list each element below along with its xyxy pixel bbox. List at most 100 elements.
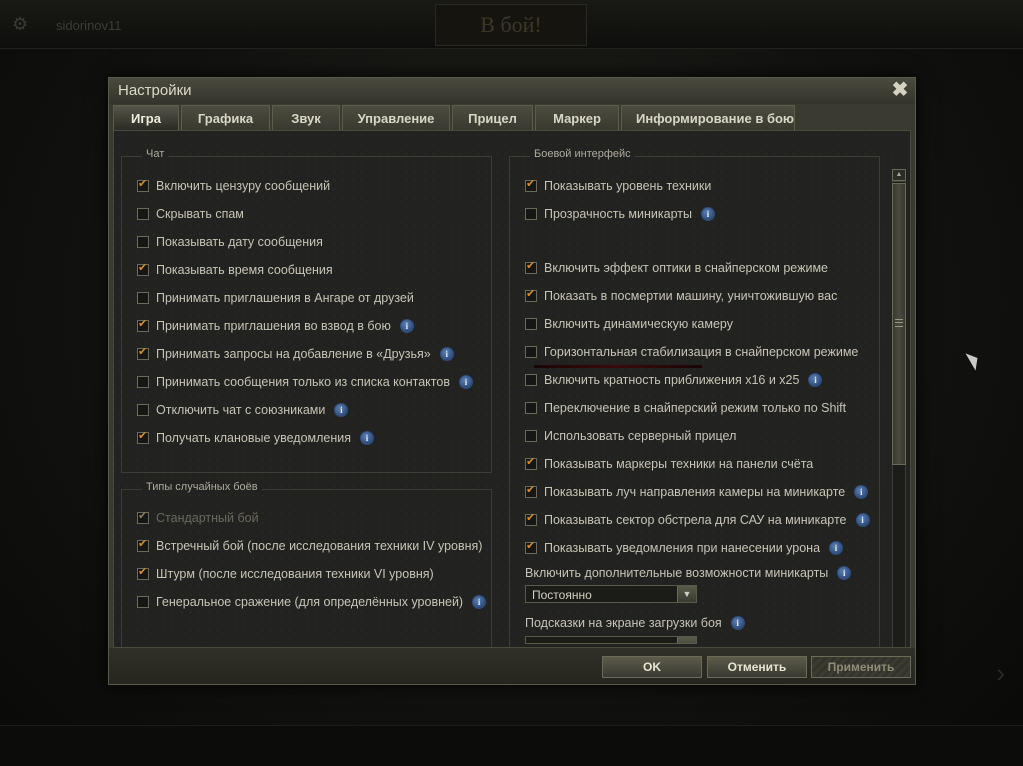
- checkbox-row[interactable]: Переключение в снайперский режим только …: [525, 399, 846, 417]
- grip-icon: [895, 319, 903, 327]
- checkbox-row[interactable]: Штурм (после исследования техники VI уро…: [137, 565, 434, 583]
- checkbox-unchecked[interactable]: [137, 292, 149, 304]
- checkbox-row[interactable]: Горизонтальная стабилизация в снайперско…: [525, 343, 858, 361]
- checkbox-row[interactable]: Получать клановые уведомления i: [137, 429, 375, 447]
- info-icon[interactable]: i: [855, 513, 870, 527]
- checkbox-row[interactable]: Использовать серверный прицел: [525, 427, 736, 445]
- checkbox-checked[interactable]: [525, 483, 537, 498]
- checkbox-checked[interactable]: [137, 565, 149, 580]
- apply-button[interactable]: Применить: [811, 656, 911, 678]
- checkbox-row[interactable]: Скрывать спам: [137, 205, 244, 223]
- checkbox-unchecked[interactable]: [525, 374, 537, 386]
- username: sidorinov11: [56, 18, 122, 33]
- cancel-button[interactable]: Отменить: [707, 656, 807, 678]
- loading-hints-select[interactable]: [525, 636, 697, 644]
- battle-button[interactable]: В бой!: [435, 4, 587, 46]
- minimap-extra-select[interactable]: Постоянно ▼: [525, 585, 697, 603]
- info-icon[interactable]: i: [837, 566, 852, 580]
- tab-marker[interactable]: Маркер: [535, 105, 619, 130]
- checkbox-row[interactable]: Показывать дату сообщения: [137, 233, 323, 251]
- info-icon[interactable]: i: [360, 431, 375, 445]
- info-icon[interactable]: i: [472, 595, 487, 609]
- checkbox-checked[interactable]: [525, 539, 537, 554]
- gear-icon[interactable]: ⚙: [12, 14, 28, 35]
- checkbox-label: Переключение в снайперский режим только …: [544, 401, 847, 415]
- checkbox-row[interactable]: Принимать сообщения только из списка кон…: [137, 373, 473, 391]
- tab-graphics[interactable]: Графика: [181, 105, 270, 130]
- checkbox-unchecked[interactable]: [525, 402, 537, 414]
- checkbox-row[interactable]: Показывать сектор обстрела для САУ на ми…: [525, 511, 870, 529]
- checkbox-row[interactable]: Включить динамическую камеру: [525, 315, 733, 333]
- close-icon[interactable]: ✖: [891, 80, 909, 100]
- checkbox-unchecked[interactable]: [137, 236, 149, 248]
- info-icon[interactable]: i: [730, 616, 745, 630]
- checkbox-checked[interactable]: [137, 177, 149, 192]
- checkbox-unchecked[interactable]: [525, 430, 537, 442]
- info-icon[interactable]: i: [458, 375, 473, 389]
- minimap-transparency-slider[interactable]: [534, 365, 702, 368]
- tab-sound[interactable]: Звук: [272, 105, 340, 130]
- checkbox-row[interactable]: Включить эффект оптики в снайперском реж…: [525, 259, 828, 277]
- checkbox-row[interactable]: Прозрачность миникарты i: [525, 205, 715, 223]
- checkbox-label: Принимать приглашения во взвод в бою: [156, 319, 391, 333]
- checkbox-checked[interactable]: [137, 261, 149, 276]
- checkbox-checked[interactable]: [525, 287, 537, 302]
- chevron-down-icon[interactable]: [677, 637, 696, 643]
- checkbox-checked[interactable]: [137, 317, 149, 332]
- checkbox-row[interactable]: Показывать луч направления камеры на мин…: [525, 483, 869, 501]
- info-icon[interactable]: i: [334, 403, 349, 417]
- checkbox-label: Отключить чат с союзниками: [156, 403, 326, 417]
- info-icon[interactable]: i: [399, 319, 414, 333]
- checkbox-row[interactable]: Генеральное сражение (для определённых у…: [137, 593, 487, 611]
- chat-group-title: Чат: [142, 148, 169, 160]
- checkbox-row[interactable]: Показывать уровень техники: [525, 177, 711, 195]
- checkbox-checked[interactable]: [137, 537, 149, 552]
- scrollbar[interactable]: ▲ ▼: [892, 131, 906, 647]
- checkbox-label: Показать в посмертии машину, уничтожившу…: [544, 289, 838, 303]
- minimap-extra-label: Включить дополнительные возможности мини…: [525, 566, 852, 580]
- ok-button[interactable]: OK: [602, 656, 702, 678]
- checkbox-row[interactable]: Принимать приглашения в Ангаре от друзей: [137, 289, 414, 307]
- checkbox-unchecked[interactable]: [525, 208, 537, 220]
- info-icon[interactable]: i: [829, 541, 844, 555]
- checkbox-row[interactable]: Показывать уведомления при нанесении уро…: [525, 539, 844, 557]
- checkbox-unchecked[interactable]: [137, 376, 149, 388]
- checkbox-checked[interactable]: [137, 429, 149, 444]
- checkbox-unchecked[interactable]: [137, 404, 149, 416]
- checkbox-checked[interactable]: [525, 177, 537, 192]
- checkbox-row[interactable]: Встречный бой (после исследования техник…: [137, 537, 482, 555]
- checkbox-unchecked[interactable]: [525, 346, 537, 358]
- tab-bar: Игра Графика Звук Управление Прицел Марк…: [113, 105, 795, 130]
- checkbox-row[interactable]: Отключить чат с союзниками i: [137, 401, 349, 419]
- checkbox-row[interactable]: Показывать время сообщения: [137, 261, 333, 279]
- settings-dialog: Настройки ✖ Игра Графика Звук Управление…: [108, 77, 916, 685]
- chevron-right-icon[interactable]: ›: [996, 658, 1005, 689]
- checkbox-row[interactable]: Включить цензуру сообщений: [137, 177, 330, 195]
- checkbox-row[interactable]: Принимать приглашения во взвод в бою i: [137, 317, 414, 335]
- checkbox-checked: [137, 509, 149, 524]
- scroll-thumb[interactable]: [892, 183, 906, 465]
- checkbox-unchecked[interactable]: [137, 208, 149, 220]
- tab-controls[interactable]: Управление: [342, 105, 450, 130]
- checkbox-row[interactable]: Принимать запросы на добавление в «Друзь…: [137, 345, 454, 363]
- checkbox-row[interactable]: Стандартный бой: [137, 509, 259, 527]
- checkbox-checked[interactable]: [525, 511, 537, 526]
- checkbox-checked[interactable]: [525, 259, 537, 274]
- checkbox-row[interactable]: Показать в посмертии машину, уничтожившу…: [525, 287, 837, 305]
- checkbox-row[interactable]: Показывать маркеры техники на панели счё…: [525, 455, 813, 473]
- checkbox-unchecked[interactable]: [525, 318, 537, 330]
- checkbox-row[interactable]: Включить кратность приближения x16 и x25…: [525, 371, 823, 389]
- chevron-down-icon[interactable]: ▼: [677, 586, 696, 602]
- checkbox-checked[interactable]: [525, 455, 537, 470]
- tab-battle-info[interactable]: Информирование в бою: [621, 105, 795, 130]
- tab-sight[interactable]: Прицел: [452, 105, 533, 130]
- info-icon[interactable]: i: [808, 373, 823, 387]
- info-icon[interactable]: i: [854, 485, 869, 499]
- info-icon[interactable]: i: [700, 207, 715, 221]
- tab-game[interactable]: Игра: [113, 105, 179, 130]
- scroll-up-button[interactable]: ▲: [892, 169, 906, 181]
- checkbox-checked[interactable]: [137, 345, 149, 360]
- dialog-title: Настройки: [118, 82, 192, 99]
- info-icon[interactable]: i: [439, 347, 454, 361]
- checkbox-unchecked[interactable]: [137, 596, 149, 608]
